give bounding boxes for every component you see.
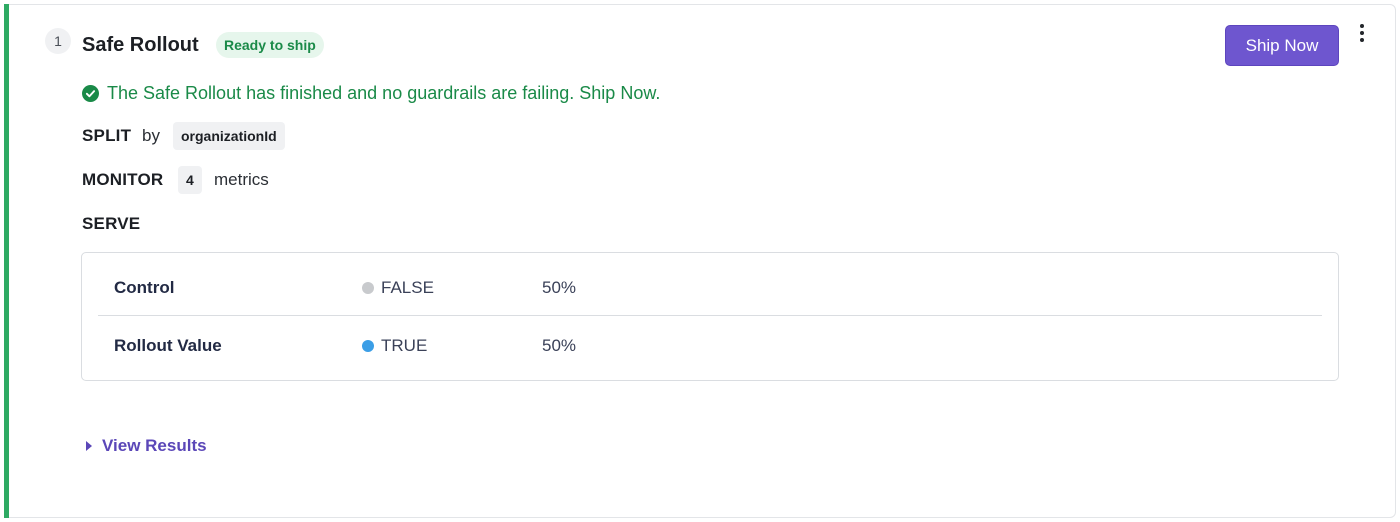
- variation-value-text: FALSE: [381, 278, 434, 297]
- rule-title: Safe Rollout: [82, 34, 199, 56]
- variation-value-text: TRUE: [381, 336, 428, 355]
- caret-right-icon: [86, 441, 92, 451]
- metrics-unit: metrics: [214, 170, 269, 189]
- metric-count-chip: 4: [178, 166, 202, 194]
- monitor-label: MONITOR: [82, 170, 164, 189]
- check-circle-icon: [82, 85, 99, 102]
- variation-color-dot: [362, 340, 374, 352]
- safe-rollout-card: 1 Safe Rollout Ready to ship Ship Now Th…: [4, 4, 1396, 518]
- status-message-text: The Safe Rollout has finished and no gua…: [107, 83, 661, 103]
- serve-label: SERVE: [82, 214, 141, 233]
- status-message: The Safe Rollout has finished and no gua…: [82, 83, 660, 104]
- variation-color-dot: [362, 282, 374, 294]
- split-connector: by: [142, 126, 160, 145]
- status-accent-bar: [4, 4, 9, 518]
- ship-now-button[interactable]: Ship Now: [1225, 25, 1339, 66]
- variation-name: Control: [114, 278, 175, 297]
- split-label: SPLIT: [82, 126, 132, 145]
- row-divider: [98, 315, 1322, 316]
- serve-table: Control FALSE 50% Rollout Value TRUE 50%: [81, 252, 1339, 381]
- view-results-label: View Results: [102, 436, 207, 455]
- variation-percent: 50%: [542, 278, 577, 297]
- variation-percent: 50%: [542, 336, 577, 355]
- view-results-toggle[interactable]: View Results: [86, 436, 207, 456]
- split-attribute-chip: organizationId: [173, 122, 285, 150]
- step-number: 1: [45, 28, 71, 54]
- status-badge: Ready to ship: [216, 32, 324, 58]
- more-vertical-icon[interactable]: [1352, 23, 1372, 43]
- variation-value: FALSE: [362, 278, 434, 298]
- variation-name: Rollout Value: [114, 336, 222, 355]
- variation-value: TRUE: [362, 336, 427, 356]
